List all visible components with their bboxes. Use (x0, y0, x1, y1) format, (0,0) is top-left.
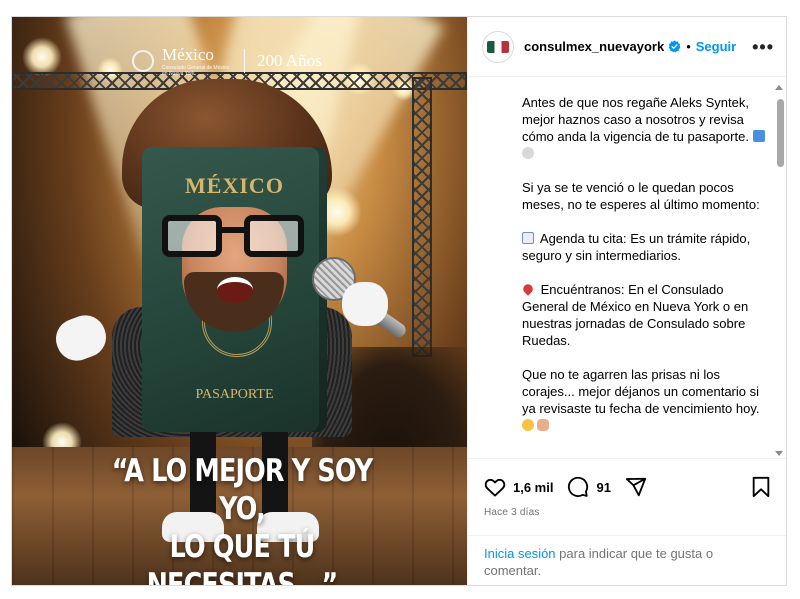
quote-line: LO QUE TÚ NECESITAS...” (146, 529, 339, 586)
character-right-glove (342, 282, 388, 326)
image-quote: “A LO MEJOR Y SOY YO, LO QUE TÚ NECESITA… (86, 452, 398, 586)
follow-button[interactable]: Seguir (696, 39, 736, 54)
comment-action[interactable]: 91 (567, 476, 611, 498)
header-separator: • (686, 39, 691, 54)
caption-paragraph: Si ya se te venció o le quedan pocos mes… (522, 179, 772, 213)
character-mouth (217, 277, 253, 303)
caption-text-line: Si ya se te venció o le quedan pocos mes… (522, 180, 760, 212)
pin-emoji-icon (521, 282, 535, 296)
like-action[interactable]: 1,6 mil (484, 477, 553, 497)
post-sidebar: consulmex_nuevayork • Seguir ••• Antes d… (467, 17, 786, 585)
login-prompt: Inicia sesión para indicar que te gusta … (468, 535, 786, 585)
caption-text-line: Que no te agarren las prisas ni los cora… (522, 367, 760, 416)
comment-icon[interactable] (567, 476, 589, 498)
share-icon[interactable] (625, 476, 647, 498)
consulmex-logo-icon (487, 40, 509, 53)
likes-count[interactable]: 1,6 mil (513, 480, 553, 495)
username-link[interactable]: consulmex_nuevayork (524, 39, 664, 54)
post-actions: 1,6 mil 91 (468, 469, 786, 505)
passport-emoji-icon (752, 130, 765, 142)
glasses-bridge (220, 227, 246, 233)
scroll-up-arrow-icon[interactable] (775, 85, 783, 90)
caption-text-line: Agenda tu cita: Es un trámite rápido, se… (522, 231, 751, 263)
character-glasses (162, 215, 307, 257)
laugh-emoji-icon (522, 419, 534, 431)
calendar-emoji-icon (522, 232, 534, 244)
caption-area[interactable]: Antes de que nos regañe Aleks Syntek, me… (468, 77, 786, 459)
scroll-down-arrow-icon[interactable] (775, 451, 783, 456)
caption-paragraph: Encuéntranos: En el Consulado General de… (521, 281, 772, 349)
caption-text: Antes de que nos regañe Aleks Syntek, me… (521, 94, 772, 451)
post-date[interactable]: Hace 3 días (484, 507, 540, 518)
post-header: consulmex_nuevayork • Seguir ••• (468, 17, 786, 77)
passport-title: MÉXICO (185, 173, 284, 198)
bookmark-icon[interactable] (751, 476, 771, 498)
heart-icon[interactable] (484, 477, 506, 497)
login-link[interactable]: Inicia sesión (484, 546, 556, 561)
post-dialog: México Consulado General de México en Nu… (11, 16, 787, 586)
quote-line: “A LO MEJOR Y SOY YO, (111, 453, 373, 527)
scrollbar-thumb[interactable] (777, 99, 784, 167)
caption-paragraph: Que no te agarren las prisas ni los cora… (522, 366, 772, 434)
glasses-lens (162, 215, 222, 257)
caption-paragraph: Antes de que nos regañe Aleks Syntek, me… (522, 94, 772, 162)
passport-subtitle: PASAPORTE (195, 387, 274, 402)
avatar[interactable] (482, 30, 514, 63)
caption-text-line: Antes de que nos regañe Aleks Syntek, me… (522, 95, 749, 144)
share-action[interactable] (625, 476, 647, 498)
more-options-icon[interactable]: ••• (752, 38, 774, 56)
character-left-glove (50, 309, 112, 367)
caption-text-line: Encuéntranos: En el Consulado General de… (522, 282, 749, 348)
caption-paragraph: Agenda tu cita: Es un trámite rápido, se… (522, 230, 772, 264)
point-down-emoji-icon (537, 419, 549, 431)
post-image[interactable]: México Consulado General de México en Nu… (12, 17, 467, 586)
eyes-emoji-icon (522, 147, 534, 159)
comments-count[interactable]: 91 (596, 480, 610, 495)
verified-badge-icon (668, 40, 681, 53)
glasses-lens (244, 215, 304, 257)
